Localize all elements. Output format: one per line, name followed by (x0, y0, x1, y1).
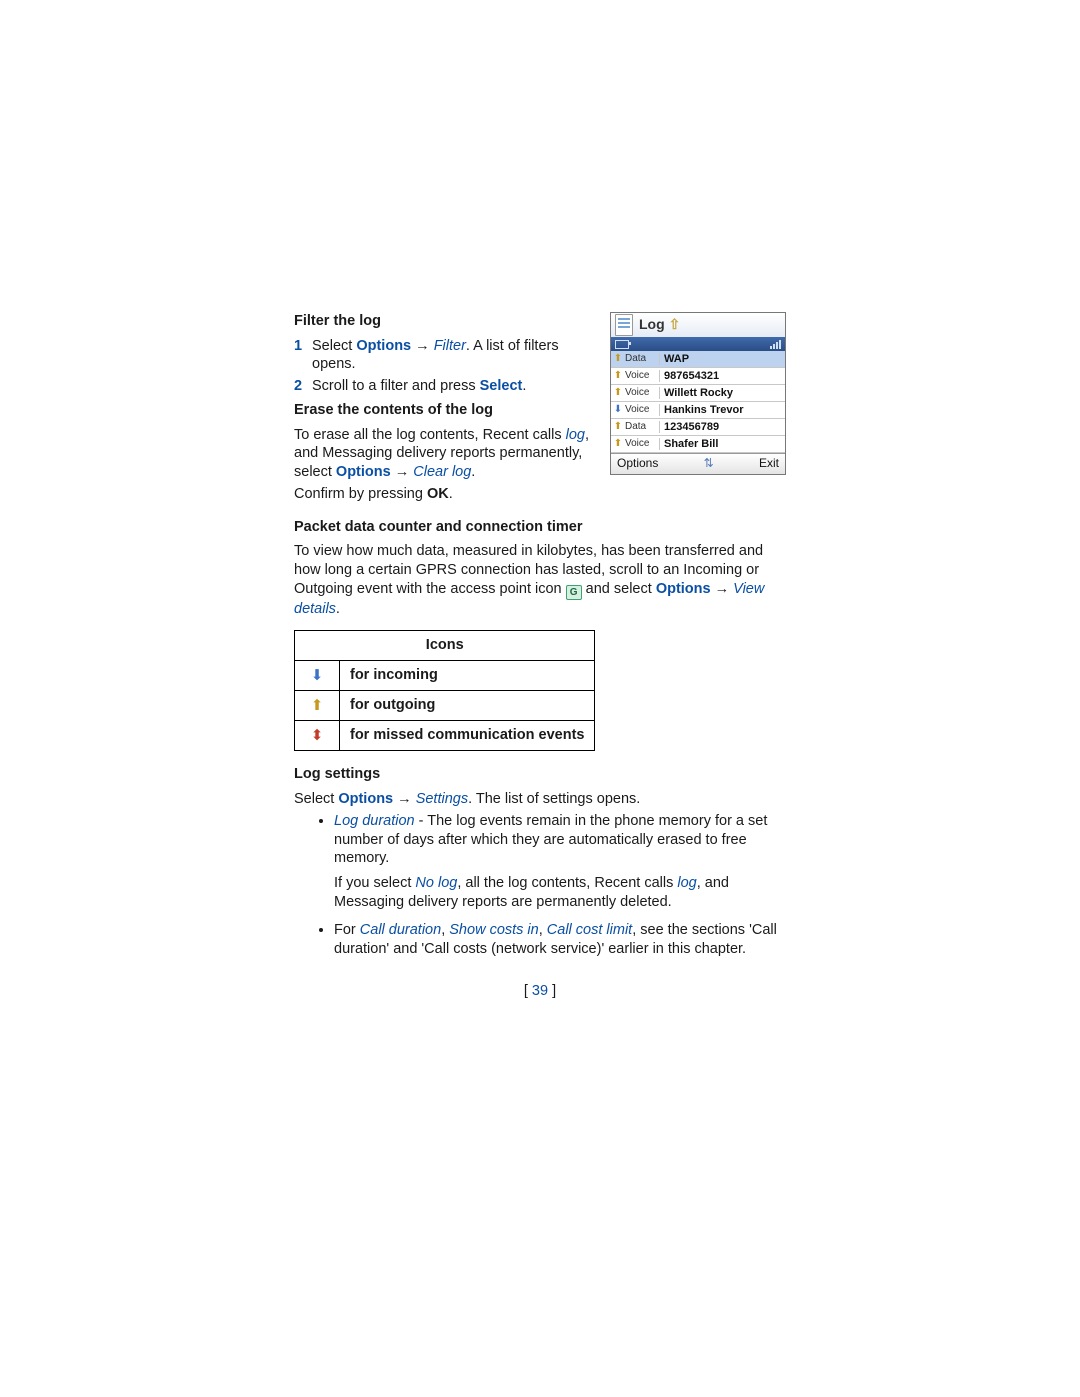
phone-log-value: WAP (660, 352, 785, 366)
options-label-4: Options (338, 791, 393, 807)
heading-filter-log: Filter the log (294, 312, 592, 331)
table-row: ⬆ for outgoing (295, 690, 595, 720)
phone-log-row: ⬆DataWAP (611, 351, 785, 368)
phone-log-row: ⬆VoiceWillett Rocky (611, 385, 785, 402)
icons-table-header: Icons (295, 631, 595, 661)
log-duration-term: Log duration (334, 813, 415, 829)
outgoing-call-icon: ⬆ (613, 438, 623, 451)
phone-status-bar (611, 337, 785, 351)
ok-label: OK (427, 486, 449, 502)
softkey-middle-icon: ⇅ (704, 456, 714, 471)
table-row: ⬍ for missed communication events (295, 721, 595, 751)
filter-steps: 1 Select Options → Filter. A list of fil… (294, 337, 592, 396)
phone-log-list: ⬆DataWAP⬆Voice987654321⬆VoiceWillett Roc… (611, 351, 785, 453)
step-1-body: Select Options → Filter. A list of filte… (312, 337, 592, 374)
softkey-left: Options (617, 456, 658, 471)
table-row: ⬇ for incoming (295, 660, 595, 690)
step-number-2: 2 (294, 377, 312, 396)
phone-log-value: Willett Rocky (660, 386, 785, 400)
icons-table: Icons ⬇ for incoming ⬆ for outgoing ⬍ fo… (294, 630, 595, 751)
phone-log-value: 987654321 (660, 369, 785, 383)
outgoing-arrow-icon: ⬆ (311, 697, 324, 714)
options-label: Options (356, 338, 411, 354)
phone-log-row: ⬇VoiceHankins Trevor (611, 402, 785, 419)
phone-log-value: Hankins Trevor (660, 403, 785, 417)
log-app-icon (615, 314, 633, 336)
phone-log-value: Shafer Bill (660, 437, 785, 451)
battery-icon (615, 340, 629, 349)
list-item: Log duration - The log events remain in … (334, 812, 786, 911)
missed-event-icon: ⬍ (311, 727, 324, 744)
phone-log-row: ⬆Data123456789 (611, 419, 785, 436)
log-link-1: log (566, 427, 585, 443)
settings-bullet-list: Log duration - The log events remain in … (294, 812, 786, 958)
page-number: [ 39 ] (294, 982, 786, 1001)
filter-menu-item: Filter (434, 338, 466, 354)
phone-log-value: 123456789 (660, 420, 785, 434)
options-label-3: Options (656, 581, 711, 597)
outgoing-call-icon: ⬆ (613, 421, 623, 434)
icons-row-2: for missed communication events (340, 721, 595, 751)
no-log-term: No log (415, 875, 457, 891)
show-costs-in-term: Show costs in (449, 922, 538, 938)
up-arrow-icon: ⇧ (669, 316, 681, 334)
access-point-g-icon: G (566, 585, 582, 600)
erase-confirm: Confirm by pressing OK. (294, 485, 592, 504)
log-link-2: log (677, 875, 696, 891)
icons-row-0: for incoming (340, 660, 595, 690)
log-settings-intro: Select Options → Settings. The list of s… (294, 790, 786, 809)
list-item: For Call duration, Show costs in, Call c… (334, 921, 786, 958)
packet-paragraph: To view how much data, measured in kilob… (294, 542, 786, 618)
incoming-call-icon: ⬇ (613, 404, 623, 417)
heading-packet-data: Packet data counter and connection timer (294, 518, 786, 537)
step-number-1: 1 (294, 337, 312, 374)
outgoing-call-icon: ⬆ (613, 387, 623, 400)
signal-icon (770, 340, 781, 349)
select-label: Select (480, 378, 523, 394)
step-2-body: Scroll to a filter and press Select. (312, 377, 592, 396)
clear-log-menu-item: Clear log (413, 464, 471, 480)
phone-log-row: ⬆VoiceShafer Bill (611, 436, 785, 453)
phone-log-row: ⬆Voice987654321 (611, 368, 785, 385)
incoming-arrow-icon: ⬇ (311, 667, 324, 684)
call-cost-limit-term: Call cost limit (547, 922, 632, 938)
outgoing-call-icon: ⬆ (613, 353, 623, 366)
phone-screenshot: Log ⇧ ⬆DataWAP⬆Voice987654321⬆VoiceWille… (610, 312, 786, 475)
softkey-right: Exit (759, 456, 779, 471)
outgoing-call-icon: ⬆ (613, 370, 623, 383)
heading-erase-log: Erase the contents of the log (294, 401, 592, 420)
options-label-2: Options (336, 464, 391, 480)
icons-row-1: for outgoing (340, 690, 595, 720)
settings-menu-item: Settings (416, 791, 468, 807)
heading-log-settings: Log settings (294, 765, 786, 784)
erase-paragraph: To erase all the log contents, Recent ca… (294, 426, 592, 482)
phone-title: Log (639, 316, 665, 334)
call-duration-term: Call duration (360, 922, 441, 938)
